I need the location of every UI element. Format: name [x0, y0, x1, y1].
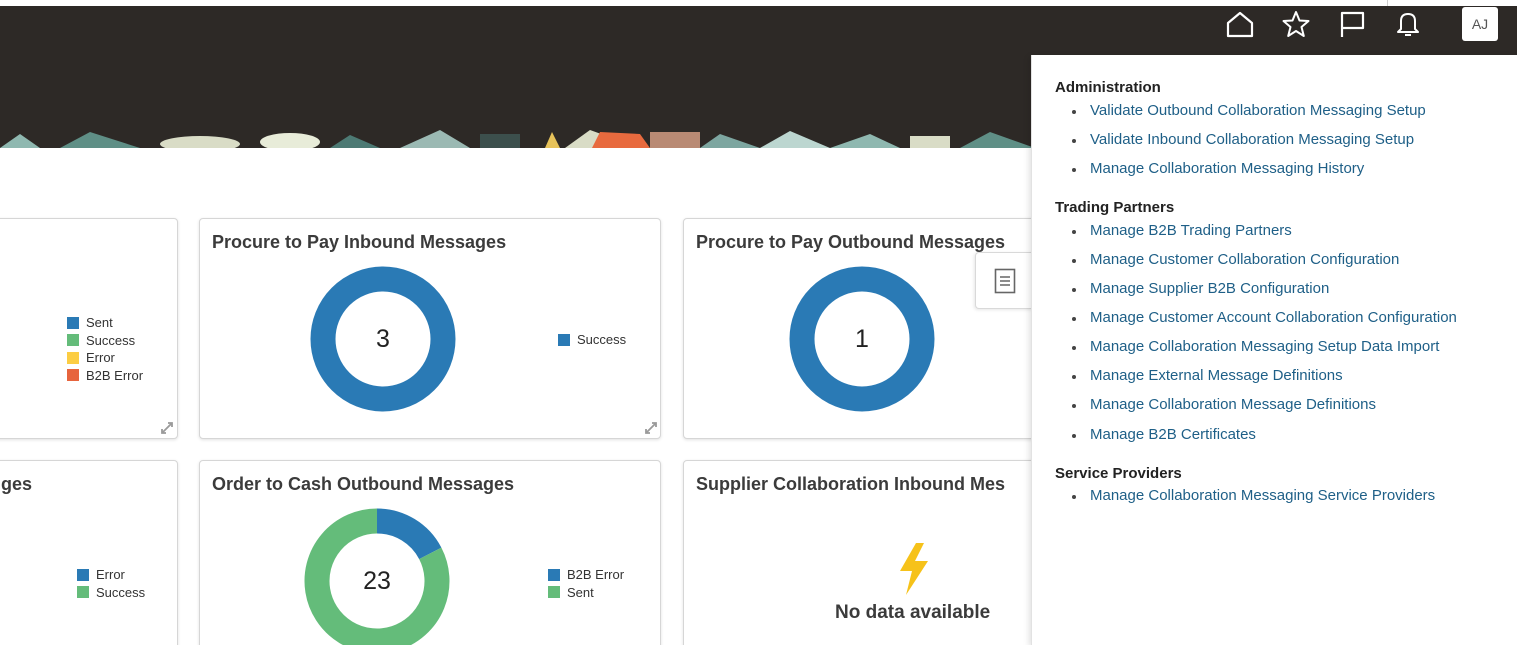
link-setup-data-import[interactable]: Manage Collaboration Messaging Setup Dat…	[1090, 338, 1439, 355]
legend-label: Error	[86, 350, 115, 366]
donut-center-value: 1	[855, 325, 869, 353]
card-title-fragment: ges	[1, 474, 33, 494]
no-data-message: No data available	[835, 602, 991, 623]
legend-item: Success	[558, 331, 626, 349]
bullet	[1072, 434, 1076, 438]
donut-center-value: 23	[363, 567, 391, 595]
bullet	[1072, 259, 1076, 263]
legend-swatch	[558, 333, 570, 346]
link-b2b-trading-partners[interactable]: Manage B2B Trading Partners	[1090, 222, 1292, 239]
bullet	[1072, 168, 1076, 172]
legend-swatch	[67, 369, 79, 382]
legend-item: Error	[67, 349, 143, 367]
document-icon	[994, 268, 1015, 293]
star-icon[interactable]	[1279, 8, 1313, 40]
legend-swatch	[77, 586, 89, 599]
card-title: Order to Cash Outbound Messages	[212, 474, 515, 494]
card-left-top: Sent Success Error B2B Error	[0, 218, 178, 439]
link-messaging-history[interactable]: Manage Collaboration Messaging History	[1090, 160, 1364, 177]
link-customer-account-collab-config[interactable]: Manage Customer Account Collaboration Co…	[1090, 309, 1457, 326]
donut-slice-b2b-error[interactable]	[376, 508, 442, 560]
legend-swatch	[67, 351, 79, 364]
link-b2b-certificates[interactable]: Manage B2B Certificates	[1090, 426, 1256, 443]
legend-p2p-inbound: Success	[558, 331, 626, 349]
legend-item: B2B Error	[548, 566, 624, 584]
card-supplier-inbound: Supplier Collaboration Inbound Mes No da…	[683, 460, 1063, 645]
document-tab[interactable]	[975, 252, 1033, 309]
section-title-trading-partners: Trading Partners	[1055, 199, 1175, 216]
bullet	[1072, 375, 1076, 379]
card-p2p-inbound: Procure to Pay Inbound Messages 3 Succes…	[199, 218, 661, 439]
bullet	[1072, 346, 1076, 350]
legend-label: Error	[96, 567, 125, 583]
bell-icon[interactable]	[1391, 8, 1425, 40]
lightning-icon	[900, 543, 928, 595]
legend-swatch	[548, 586, 560, 599]
expand-icon[interactable]	[643, 420, 659, 436]
bullet	[1072, 404, 1076, 408]
legend-item: Error	[77, 566, 145, 584]
legend-item: Sent	[67, 314, 143, 332]
legend-label: Success	[577, 332, 627, 348]
bullet	[1072, 110, 1076, 114]
card-left-bottom: ges Error Success	[0, 460, 178, 645]
bullet	[1072, 495, 1076, 499]
legend-swatch	[548, 568, 560, 581]
link-supplier-b2b-config[interactable]: Manage Supplier B2B Configuration	[1090, 280, 1329, 297]
expand-icon[interactable]	[159, 420, 175, 436]
link-service-providers[interactable]: Manage Collaboration Messaging Service P…	[1090, 487, 1435, 504]
legend-item: B2B Error	[67, 367, 143, 385]
decorative-banner	[0, 130, 1035, 148]
legend-label: B2B Error	[567, 567, 625, 583]
section-title-service-providers: Service Providers	[1055, 465, 1182, 482]
link-validate-outbound[interactable]: Validate Outbound Collaboration Messagin…	[1090, 102, 1426, 119]
legend-swatch	[77, 568, 89, 581]
link-external-message-defs[interactable]: Manage External Message Definitions	[1090, 367, 1343, 384]
donut-center-value: 3	[376, 325, 390, 353]
banner-art	[0, 130, 1035, 148]
legend-item: Sent	[548, 584, 624, 602]
link-collab-message-defs[interactable]: Manage Collaboration Message Definitions	[1090, 396, 1376, 413]
avatar-initials: AJ	[1471, 16, 1489, 32]
legend-left-bottom: Error Success	[77, 566, 145, 601]
card-title: Procure to Pay Inbound Messages	[212, 232, 507, 252]
section-title-administration: Administration	[1055, 79, 1161, 96]
card-title: Procure to Pay Outbound Messages	[696, 232, 1006, 252]
legend-o2c-outbound: B2B Error Sent	[548, 566, 624, 601]
flag-icon[interactable]	[1335, 8, 1369, 40]
legend-label: Sent	[86, 315, 113, 331]
legend-item: Success	[67, 332, 143, 350]
link-customer-collab-config[interactable]: Manage Customer Collaboration Configurat…	[1090, 251, 1399, 268]
bullet	[1072, 288, 1076, 292]
card-o2c-outbound: Order to Cash Outbound Messages 23 B2B E…	[199, 460, 661, 645]
link-validate-inbound[interactable]: Validate Inbound Collaboration Messaging…	[1090, 131, 1414, 148]
legend-swatch	[67, 316, 79, 329]
legend-label: Sent	[567, 584, 594, 600]
user-avatar[interactable]: AJ	[1462, 7, 1498, 41]
bullet	[1072, 139, 1076, 143]
home-icon[interactable]	[1223, 8, 1257, 40]
tasks-panel: Administration Validate Outbound Collabo…	[1031, 55, 1517, 645]
legend-left-top: Sent Success Error B2B Error	[67, 314, 143, 384]
legend-item: Success	[77, 584, 145, 602]
legend-label: Success	[96, 584, 146, 600]
legend-label: B2B Error	[86, 367, 144, 383]
legend-label: Success	[86, 332, 136, 348]
bullet	[1072, 230, 1076, 234]
bullet	[1072, 317, 1076, 321]
card-title: Supplier Collaboration Inbound Mes	[696, 474, 1005, 494]
legend-swatch	[67, 334, 79, 347]
